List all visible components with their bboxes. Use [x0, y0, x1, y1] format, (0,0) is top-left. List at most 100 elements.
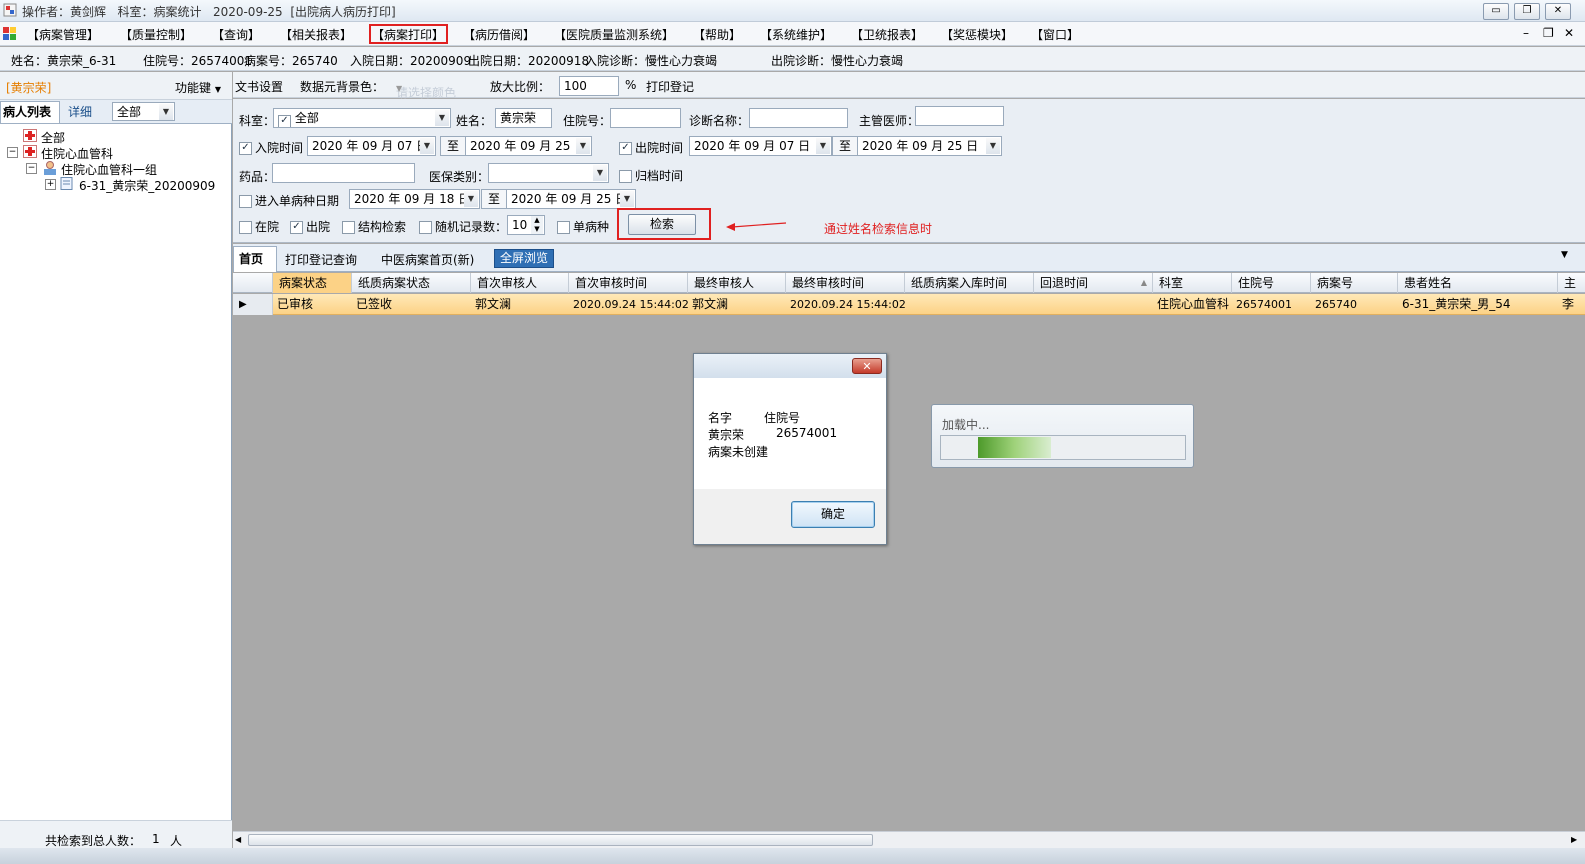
single-to-date[interactable]: 2020 年 09 月 25 日 ▼: [506, 189, 636, 209]
col-first-reviewer[interactable]: 首次审核人: [471, 273, 569, 293]
hospital-no-input[interactable]: [610, 108, 681, 128]
cell-first-review-time[interactable]: 2020.09.24 15:44:02: [569, 294, 688, 315]
admit-from-date[interactable]: 2020 年 09 月 07 日 ▼: [307, 136, 436, 156]
close-window-button[interactable]: ✕: [1545, 3, 1571, 20]
scroll-left-icon[interactable]: ◀: [235, 835, 241, 844]
discharge-to-date[interactable]: 2020 年 09 月 25 日 ▼: [857, 136, 1002, 156]
tree-node-patient[interactable]: 6-31_黄宗荣_20200909: [79, 177, 215, 194]
tab-detail[interactable]: 详细: [62, 103, 98, 123]
restore-button[interactable]: ❐: [1514, 3, 1540, 20]
menu-help[interactable]: 【帮助】: [693, 26, 741, 43]
discharged-checkbox[interactable]: ✓: [290, 221, 303, 234]
col-department[interactable]: 科室: [1153, 273, 1232, 293]
menu-quality-monitor[interactable]: 【医院质量监测系统】: [554, 26, 674, 43]
document-settings-button[interactable]: 文书设置: [235, 78, 283, 95]
menu-window[interactable]: 【窗口】: [1031, 26, 1079, 43]
random-records-checkbox[interactable]: [419, 221, 432, 234]
random-records-stepper[interactable]: 10 ▲ ▼: [507, 215, 545, 235]
tree-node-cardiology[interactable]: 住院心血管科: [41, 145, 113, 162]
tab-print-log-query[interactable]: 打印登记查询: [285, 251, 357, 268]
cell-hospital-no[interactable]: 26574001: [1232, 294, 1311, 315]
table-row[interactable]: ▶ 已审核 已签收 郭文澜 2020.09.24 15:44:02 郭文澜 20…: [233, 294, 1585, 315]
col-case-no[interactable]: 病案号: [1311, 273, 1398, 293]
stepper-down-icon[interactable]: ▼: [531, 225, 543, 234]
single-disease-date-label: 进入单病种日期: [255, 194, 340, 208]
doctor-input[interactable]: [915, 106, 1004, 126]
chevron-down-icon: ▼: [576, 138, 590, 154]
col-final-reviewer[interactable]: 最终审核人: [688, 273, 786, 293]
col-case-status[interactable]: 病案状态: [273, 273, 352, 293]
tab-patient-list[interactable]: 病人列表: [0, 101, 60, 123]
menu-health-reports[interactable]: 【卫统报表】: [851, 26, 923, 43]
col-final-review-time[interactable]: 最终审核时间: [786, 273, 905, 293]
archive-time-checkbox[interactable]: [619, 170, 632, 183]
col-return-time[interactable]: 回退时间 ▲: [1034, 273, 1153, 293]
minimize-button[interactable]: ▭: [1483, 3, 1509, 20]
col-paper-archive-time[interactable]: 纸质病案入库时间: [905, 273, 1034, 293]
function-key-button[interactable]: 功能键 ▼: [175, 79, 221, 96]
tree-node-cardiology-group1[interactable]: 住院心血管科一组: [61, 161, 157, 178]
search-button[interactable]: 检索: [628, 214, 696, 235]
col-paper-status[interactable]: 纸质病案状态: [352, 273, 471, 293]
admit-to-date[interactable]: 2020 年 09 月 25 日 ▼: [465, 136, 592, 156]
cell-case-status[interactable]: 已审核: [273, 294, 352, 315]
collapse-icon[interactable]: −: [7, 147, 18, 158]
drug-input[interactable]: [272, 163, 415, 183]
menu-case-management[interactable]: 【病案管理】: [27, 26, 99, 43]
col-attending[interactable]: 主: [1558, 273, 1585, 293]
menu-record-borrow[interactable]: 【病历借阅】: [463, 26, 535, 43]
in-hospital-checkbox[interactable]: [239, 221, 252, 234]
cell-return-time[interactable]: [1034, 294, 1153, 315]
menu-system-maintenance[interactable]: 【系统维护】: [760, 26, 832, 43]
col-patient-name[interactable]: 患者姓名: [1398, 273, 1558, 293]
cell-case-no[interactable]: 265740: [1311, 294, 1398, 315]
col-hospital-no[interactable]: 住院号: [1232, 273, 1311, 293]
mdi-restore-button[interactable]: ❐: [1543, 26, 1554, 40]
single-disease-checkbox[interactable]: [557, 221, 570, 234]
col-first-review-time[interactable]: 首次审核时间: [569, 273, 688, 293]
annotation-text: 通过姓名检索信息时: [824, 222, 933, 236]
horizontal-scrollbar[interactable]: ◀ ▶: [233, 831, 1585, 848]
scrollbar-thumb[interactable]: [248, 834, 873, 846]
single-from-date[interactable]: 2020 年 09 月 18 日 ▼: [349, 189, 480, 209]
menu-query[interactable]: 【查询】: [212, 26, 260, 43]
menu-quality-control[interactable]: 【质量控制】: [120, 26, 192, 43]
cell-paper-archive-time[interactable]: [905, 294, 1034, 315]
discharge-time-checkbox[interactable]: ✓: [619, 142, 632, 155]
insurance-select[interactable]: ▼: [488, 163, 609, 183]
scroll-right-icon[interactable]: ▶: [1571, 835, 1577, 844]
tab-tcm-case-home[interactable]: 中医病案首页(新): [381, 251, 474, 268]
dept-checkbox[interactable]: ✓: [278, 115, 291, 127]
cell-final-reviewer[interactable]: 郭文澜: [688, 294, 786, 315]
cell-patient-name[interactable]: 6-31_黄宗荣_男_54: [1398, 294, 1558, 315]
tree-node-all[interactable]: 全部: [41, 129, 65, 146]
mdi-close-button[interactable]: ✕: [1564, 26, 1574, 40]
menu-reward-module[interactable]: 【奖惩模块】: [941, 26, 1013, 43]
diagnosis-input[interactable]: [749, 108, 848, 128]
cell-attending[interactable]: 李: [1558, 294, 1585, 315]
title-bar: 操作者：黄剑辉 科室：病案统计 2020-09-25 [出院病人病历打印] ▭ …: [0, 0, 1585, 22]
single-disease-date-checkbox[interactable]: [239, 195, 252, 208]
structured-search-checkbox[interactable]: [342, 221, 355, 234]
ok-button[interactable]: 确定: [791, 501, 875, 528]
tab-home[interactable]: 首页: [233, 246, 277, 272]
patient-filter-select[interactable]: 全部 ▼: [112, 102, 175, 121]
cell-paper-status[interactable]: 已签收: [352, 294, 471, 315]
tab-fullscreen[interactable]: 全屏浏览: [494, 249, 555, 268]
name-input[interactable]: 黄宗荣: [495, 108, 552, 128]
cell-final-review-time[interactable]: 2020.09.24 15:44:02: [786, 294, 905, 315]
mdi-minimize-button[interactable]: –: [1523, 26, 1529, 40]
collapse-icon[interactable]: −: [26, 163, 37, 174]
admit-time-checkbox[interactable]: ✓: [239, 142, 252, 155]
cell-first-reviewer[interactable]: 郭文澜: [471, 294, 569, 315]
dialog-close-button[interactable]: ✕: [852, 358, 882, 374]
dept-select[interactable]: ✓ 全部 ▼: [273, 108, 451, 128]
menu-related-reports[interactable]: 【相关报表】: [280, 26, 352, 43]
cell-department[interactable]: 住院心血管科: [1153, 294, 1232, 315]
print-log-button[interactable]: 打印登记: [646, 78, 694, 95]
discharge-from-date[interactable]: 2020 年 09 月 07 日 ▼: [689, 136, 832, 156]
expand-icon[interactable]: +: [45, 179, 56, 190]
tab-overflow-icon[interactable]: ▼: [1561, 250, 1568, 260]
stepper-up-icon[interactable]: ▲: [531, 216, 543, 225]
zoom-input[interactable]: 100: [559, 76, 619, 96]
